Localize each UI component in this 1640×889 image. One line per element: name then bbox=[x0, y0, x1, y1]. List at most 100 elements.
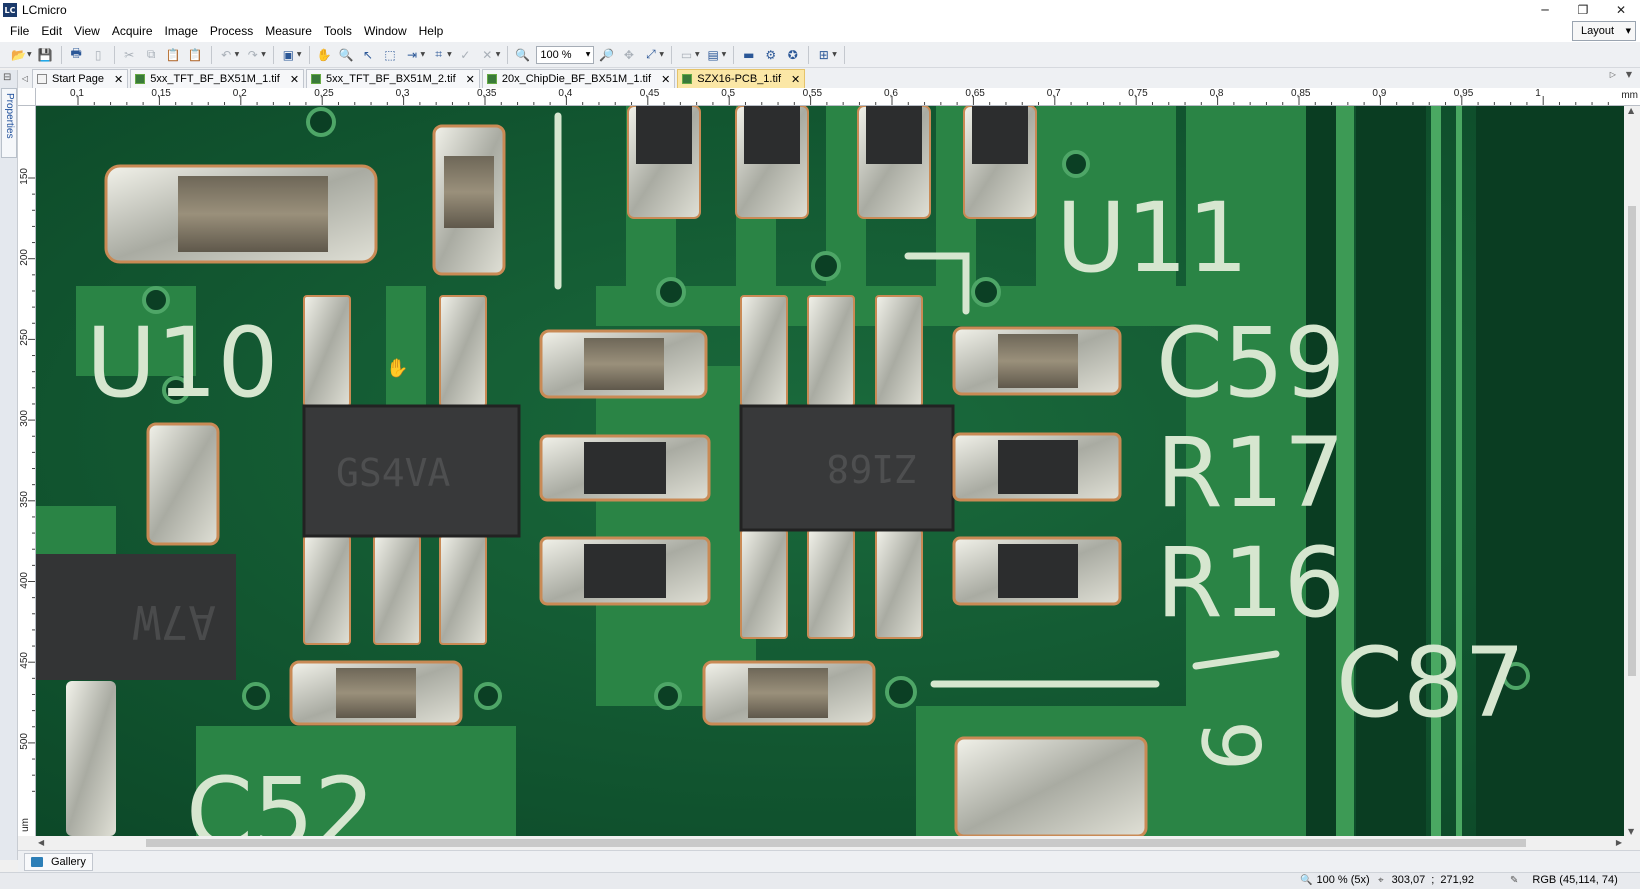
chevron-down-icon[interactable]: ▼ bbox=[832, 51, 837, 58]
chip-mark-z168: Z168 bbox=[826, 446, 918, 490]
crop-icon[interactable]: ⌗ bbox=[428, 44, 449, 65]
zoom-in-icon[interactable]: 🔎 bbox=[596, 44, 617, 65]
print-preview-icon[interactable]: ▯ bbox=[88, 44, 109, 65]
zoom-out-icon[interactable]: 🔍 bbox=[512, 44, 533, 65]
hand-pan-icon[interactable]: ✋ bbox=[314, 44, 335, 65]
vertical-scrollbar[interactable]: ▲ ▼ bbox=[1624, 106, 1640, 836]
zoom-tool-icon[interactable]: 🔍 bbox=[336, 44, 357, 65]
rect-select-icon[interactable]: ⬚ bbox=[380, 44, 401, 65]
crosshair-icon: ⌖ bbox=[1378, 874, 1384, 886]
close-button[interactable]: ✕ bbox=[1602, 0, 1640, 20]
measure-line-icon[interactable]: ▬ bbox=[738, 44, 759, 65]
save-icon[interactable]: 💾 bbox=[35, 44, 56, 65]
overlay-icon[interactable]: ▤ bbox=[703, 44, 724, 65]
gallery-tab[interactable]: Gallery bbox=[24, 853, 93, 871]
chevron-down-icon[interactable]: ▼ bbox=[421, 51, 426, 58]
apply-icon[interactable]: ✓ bbox=[455, 44, 476, 65]
restore-button[interactable]: ❐ bbox=[1564, 0, 1602, 20]
zoom-fit-icon[interactable]: ✥ bbox=[618, 44, 639, 65]
open-icon[interactable]: 📂 bbox=[8, 44, 29, 65]
menu-tools[interactable]: Tools bbox=[318, 20, 358, 42]
vertical-scroll-thumb[interactable] bbox=[1628, 206, 1636, 676]
zoom-combo[interactable]: 100 % ▼ bbox=[536, 45, 595, 64]
menu-acquire[interactable]: Acquire bbox=[106, 20, 159, 42]
ruler-top-label: 0,65 bbox=[965, 88, 985, 99]
ruler-left-label: 200 bbox=[19, 248, 30, 266]
horizontal-scrollbar[interactable]: ◀ ▶ bbox=[36, 836, 1624, 850]
horizontal-scroll-thumb[interactable] bbox=[146, 839, 1526, 847]
tab-5xx-tft-1[interactable]: 5xx_TFT_BF_BX51M_1.tif ✕ bbox=[130, 69, 305, 88]
menu-process[interactable]: Process bbox=[204, 20, 259, 42]
scroll-up-icon[interactable]: ▲ bbox=[1628, 106, 1634, 115]
image-file-icon bbox=[682, 74, 693, 84]
ruler-left-label: 150 bbox=[19, 168, 30, 185]
menu-window[interactable]: Window bbox=[358, 20, 413, 42]
paste-special-icon[interactable]: 📋 bbox=[185, 44, 206, 65]
minimize-button[interactable]: ─ bbox=[1526, 0, 1564, 20]
layout-grid-icon[interactable]: ⊞ bbox=[813, 44, 834, 65]
tab-close-icon[interactable]: ✕ bbox=[791, 73, 800, 86]
chevron-down-icon[interactable]: ▼ bbox=[297, 51, 302, 58]
ruler-top-unit: mm bbox=[1621, 90, 1638, 101]
menu-view[interactable]: View bbox=[68, 20, 106, 42]
chevron-down-icon[interactable]: ▼ bbox=[659, 51, 664, 58]
chevron-down-icon[interactable]: ▼ bbox=[695, 51, 700, 58]
status-zoom: 🔍 100 % (5x) bbox=[1300, 874, 1370, 886]
tab-20x-chipdie[interactable]: 20x_ChipDie_BF_BX51M_1.tif ✕ bbox=[481, 69, 676, 88]
tab-5xx-tft-2[interactable]: 5xx_TFT_BF_BX51M_2.tif ✕ bbox=[306, 69, 480, 88]
tab-szx16-pcb[interactable]: SZX16-PCB_1.tif ✕ bbox=[677, 69, 806, 88]
print-icon[interactable]: 🖶 bbox=[66, 44, 87, 65]
tab-close-icon[interactable]: ✕ bbox=[466, 73, 475, 86]
scroll-right-icon[interactable]: ▶ bbox=[1616, 838, 1622, 847]
pin-icon[interactable]: ⊟ bbox=[3, 72, 11, 83]
copy-icon[interactable]: ⧉ bbox=[141, 44, 162, 65]
redo-icon[interactable]: ↷ bbox=[242, 44, 263, 65]
ruler-top-label: 0,2 bbox=[232, 88, 247, 99]
menu-measure[interactable]: Measure bbox=[259, 20, 318, 42]
resistor bbox=[539, 536, 711, 606]
tab-close-icon[interactable]: ✕ bbox=[661, 73, 670, 86]
image-canvas[interactable]: U10 U11 C59 R17 R16 C87 C52 6 GS4VA Z168… bbox=[36, 106, 1624, 836]
menu-file[interactable]: File bbox=[4, 20, 35, 42]
chevron-down-icon[interactable]: ▼ bbox=[235, 51, 240, 58]
menu-image[interactable]: Image bbox=[159, 20, 204, 42]
annotation-icon[interactable]: ▭ bbox=[676, 44, 697, 65]
cut-icon[interactable]: ✂ bbox=[119, 44, 140, 65]
chevron-down-icon[interactable]: ▼ bbox=[496, 51, 501, 58]
layout-dropdown[interactable]: Layout ▼ bbox=[1572, 21, 1636, 41]
side-panel: ⊟ Properties bbox=[0, 70, 18, 860]
chevron-down-icon[interactable]: ▼ bbox=[261, 51, 266, 58]
chevron-down-icon[interactable]: ▼ bbox=[722, 51, 727, 58]
status-coords: ⌖ 303,07 ; 271,92 bbox=[1378, 874, 1474, 886]
chevron-down-icon[interactable]: ▼ bbox=[27, 51, 32, 58]
silk-c59: C59 bbox=[1156, 307, 1345, 419]
chevron-down-icon: ▼ bbox=[585, 51, 591, 58]
tab-scroll-right-icon[interactable]: ▷ bbox=[1610, 70, 1616, 79]
snapshot-icon[interactable]: ▣ bbox=[278, 44, 299, 65]
menu-help[interactable]: Help bbox=[413, 20, 450, 42]
arrow-select-icon[interactable]: ⇥ bbox=[402, 44, 423, 65]
window-controls: ─ ❐ ✕ bbox=[1526, 0, 1640, 20]
toolbar-separator bbox=[113, 45, 115, 64]
app-window: LC LCmicro ─ ❐ ✕ File Edit View Acquire … bbox=[0, 0, 1640, 889]
zoom-value: 100 % bbox=[540, 48, 572, 61]
paste-icon[interactable]: 📋 bbox=[163, 44, 184, 65]
ruler-top-label: 0,85 bbox=[1291, 88, 1311, 99]
properties-tab[interactable]: Properties bbox=[1, 88, 17, 158]
calibration-icon[interactable]: ⚙ bbox=[760, 44, 781, 65]
pointer-icon[interactable]: ↖ bbox=[358, 44, 379, 65]
delete-icon[interactable]: ✕ bbox=[477, 44, 498, 65]
tab-close-icon[interactable]: ✕ bbox=[114, 73, 123, 86]
chevron-down-icon[interactable]: ▼ bbox=[447, 51, 452, 58]
tab-start-page[interactable]: Start Page ✕ bbox=[32, 69, 129, 88]
undo-icon[interactable]: ↶ bbox=[216, 44, 237, 65]
settings-icon[interactable]: ✪ bbox=[782, 44, 803, 65]
tab-list-icon[interactable]: ▼ bbox=[1626, 70, 1632, 79]
scroll-left-icon[interactable]: ◀ bbox=[38, 838, 44, 847]
tab-close-icon[interactable]: ✕ bbox=[290, 73, 299, 86]
menu-edit[interactable]: Edit bbox=[35, 20, 68, 42]
zoom-actual-icon[interactable]: ⤢ bbox=[640, 44, 661, 65]
scroll-down-icon[interactable]: ▼ bbox=[1628, 827, 1634, 836]
tab-scroll-left-icon[interactable]: ◁ bbox=[18, 68, 32, 88]
ruler-left-label: 350 bbox=[19, 490, 30, 508]
